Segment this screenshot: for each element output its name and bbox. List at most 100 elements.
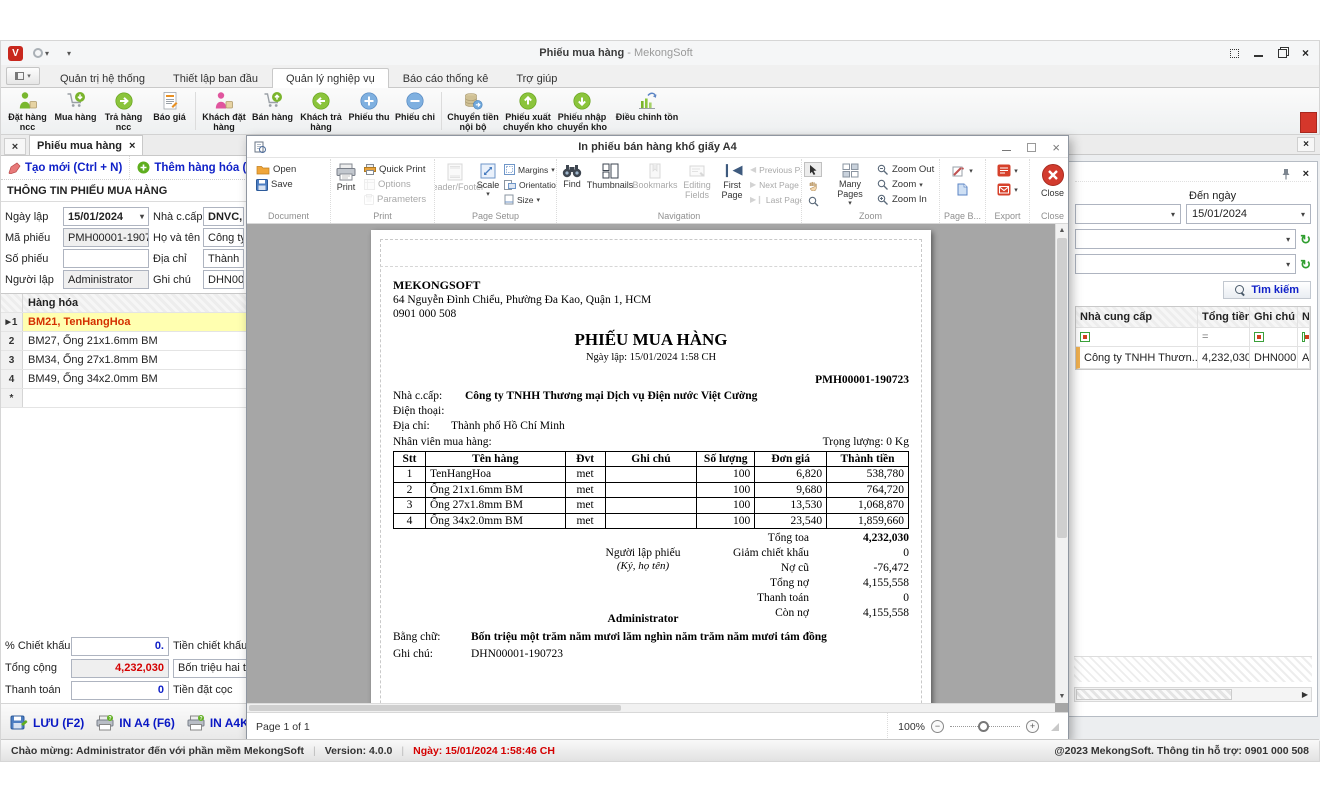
chiet-khau-field[interactable]: 0. [71, 637, 169, 656]
margins-button[interactable]: Margins▾ [501, 162, 557, 177]
ribbon-button-bao-gia[interactable]: Báo giá [147, 88, 192, 134]
add-item-button[interactable]: Thêm hàng hóa (F10) [130, 156, 248, 179]
ribbon-minimize-button[interactable]: ▾ [6, 67, 40, 85]
print-a4kcn-button[interactable]: ? IN A4KCN [181, 711, 248, 735]
quick-access-circle-icon[interactable] [33, 48, 43, 58]
ribbon-button-ban-hang[interactable]: Bán hàng [249, 88, 296, 134]
send-pdf-button[interactable]: ▾ [994, 182, 1021, 197]
search-button[interactable]: Tìm kiếm [1223, 281, 1311, 299]
refresh-icon[interactable]: ↻ [1300, 258, 1311, 271]
preview-document-area[interactable]: MEKONGSOFT 64 Nguyễn Đình Chiểu, Phường … [247, 224, 1068, 712]
thumbnails-button[interactable]: Thumbnails [587, 159, 633, 210]
chevron-down-icon[interactable]: ▾ [140, 212, 144, 221]
table-row[interactable]: ▶1 BM21, TenHangHoa [1, 313, 247, 332]
fullscreen-icon[interactable] [1230, 49, 1239, 58]
create-new-button[interactable]: Tạo mới (Ctrl + N) [1, 156, 130, 179]
app-logo-icon[interactable]: V [8, 46, 23, 61]
filter-icon[interactable] [1302, 332, 1305, 342]
zoom-dropdown-button[interactable]: Zoom▾ [874, 177, 938, 192]
chevron-down-icon[interactable]: ▾ [1301, 210, 1305, 219]
minimize-icon[interactable] [1254, 55, 1263, 57]
print-button[interactable]: Print [331, 159, 361, 210]
den-ngay-combobox[interactable]: 15/01/2024▾ [1186, 204, 1311, 224]
ribbon-button-phieu-thu[interactable]: Phiếu thu [346, 88, 392, 134]
results-grid-filter-row[interactable]: = [1076, 328, 1310, 347]
vertical-scrollbar[interactable]: ▲ ▼ [1055, 224, 1068, 703]
watermark-button[interactable]: ▾ [949, 163, 976, 178]
table-row[interactable]: 4 BM49, Ống 34x2.0mm BM [1, 370, 247, 389]
ribbon-button-dat-hang-ncc[interactable]: Đặt hàng ncc [4, 88, 51, 134]
tab-quan-ly-nghiep-vu[interactable]: Quản lý nghiệp vụ [272, 68, 389, 88]
dialog-close-icon[interactable]: × [1052, 141, 1060, 154]
scrollbar-thumb[interactable] [1076, 689, 1232, 700]
horizontal-scrollbar[interactable] [247, 703, 1055, 712]
filter-combobox-1[interactable]: ▾ [1075, 229, 1296, 249]
zoom-out-icon[interactable]: − [931, 720, 944, 733]
tong-cong-words-field[interactable]: Bốn triệu hai trăm [173, 659, 248, 678]
dia-chi-field[interactable]: Thành ph [203, 249, 244, 268]
zoom-in-icon[interactable]: + [1026, 720, 1039, 733]
table-row[interactable]: Công ty TNHH Thươn... 4,232,030 DHN000..… [1076, 347, 1310, 369]
scale-button[interactable]: Scale ▾ [475, 159, 501, 210]
pin-icon[interactable] [1281, 168, 1291, 180]
export-pdf-button[interactable]: ▾ [994, 163, 1021, 178]
ribbon-button-chuyen-tien-noi-bo[interactable]: Chuyển tiền nội bộ [445, 88, 501, 134]
ribbon-overflow-red-badge[interactable] [1300, 112, 1317, 133]
tab-thiet-lap-ban-dau[interactable]: Thiết lập ban đầu [159, 68, 272, 88]
table-row[interactable]: 2 BM27, Ống 21x1.6mm BM [1, 332, 247, 351]
zoom-out-button[interactable]: Zoom Out [874, 162, 938, 177]
dialog-minimize-icon[interactable] [1002, 150, 1011, 151]
so-phieu-field[interactable] [63, 249, 149, 268]
save-button[interactable]: LƯU (F2) [4, 711, 90, 735]
first-page-button[interactable]: ❙◀ First Page [717, 159, 747, 210]
ma-phieu-field[interactable]: PMH00001-190723 [63, 228, 149, 247]
magnifier-tool-button[interactable] [804, 194, 822, 209]
tab-quan-tri-he-thong[interactable]: Quản trị hệ thống [46, 68, 159, 88]
ribbon-button-khach-tra-hang[interactable]: Khách trả hàng [296, 88, 346, 134]
size-button[interactable]: Size▾ [501, 192, 557, 207]
quick-print-button[interactable]: Quick Print [361, 162, 433, 177]
filter-icon[interactable] [1254, 332, 1264, 342]
ghi-chu-field[interactable]: DHN0000 [203, 270, 244, 289]
many-pages-button[interactable]: Many Pages ▾ [826, 159, 874, 210]
ho-ten-field[interactable]: Công ty T [203, 228, 244, 247]
horizontal-scrollbar[interactable]: ▶ [1074, 687, 1312, 702]
dialog-maximize-icon[interactable] [1027, 143, 1036, 152]
filter-icon[interactable] [1080, 332, 1090, 342]
chevron-down-icon[interactable]: ▾ [1286, 260, 1290, 269]
thanh-toan-field[interactable]: 0 [71, 681, 169, 700]
ngay-lap-combobox[interactable]: 15/01/2024▾ [63, 207, 149, 226]
zoom-in-button[interactable]: Zoom In [874, 192, 938, 207]
tab-phieu-mua-hang[interactable]: Phiếu mua hàng × [29, 135, 143, 155]
close-icon[interactable]: × [1302, 47, 1309, 59]
find-button[interactable]: Find [557, 159, 587, 210]
hand-tool-button[interactable] [804, 178, 822, 193]
ribbon-button-mua-hang[interactable]: Mua hàng [51, 88, 100, 134]
tu-ngay-combobox[interactable]: ▾ [1075, 204, 1181, 224]
orientation-button[interactable]: Orientation▾ [501, 177, 557, 192]
pointer-tool-button[interactable] [804, 162, 822, 177]
chevron-down-icon[interactable]: ▾ [45, 49, 49, 58]
zoom-slider[interactable] [950, 726, 1020, 727]
ribbon-button-phieu-nhap-chuyen-kho[interactable]: Phiếu nhập chuyển kho [555, 88, 609, 134]
panel-close-button[interactable]: × [1297, 137, 1315, 152]
filter-combobox-2[interactable]: ▾ [1075, 254, 1296, 274]
scroll-up-arrow-icon[interactable]: ▲ [1056, 224, 1068, 237]
tab-close-icon[interactable]: × [129, 140, 135, 152]
restore-icon[interactable] [1278, 49, 1287, 58]
open-button[interactable]: Open [253, 162, 330, 177]
scrollbar-thumb[interactable] [1057, 238, 1067, 538]
nguoi-lap-field[interactable]: Administrator [63, 270, 149, 289]
quick-access-dropdown-icon[interactable]: ▾ [67, 49, 71, 58]
ribbon-button-dieu-chinh-ton[interactable]: Điều chỉnh tồn [609, 88, 685, 134]
close-preview-button[interactable]: Close [1041, 159, 1065, 210]
resize-grip[interactable] [1051, 723, 1059, 731]
print-a4-button[interactable]: ? IN A4 (F6) [90, 711, 181, 735]
table-row[interactable]: 3 BM34, Ống 27x1.8mm BM [1, 351, 247, 370]
page-color-button[interactable] [954, 182, 971, 197]
ribbon-button-tra-hang-ncc[interactable]: Trả hàng ncc [100, 88, 147, 134]
zoom-slider-thumb[interactable] [978, 721, 989, 732]
tong-cong-field[interactable]: 4,232,030 [71, 659, 169, 678]
chevron-down-icon[interactable]: ▾ [1171, 210, 1175, 219]
refresh-icon[interactable]: ↻ [1300, 233, 1311, 246]
